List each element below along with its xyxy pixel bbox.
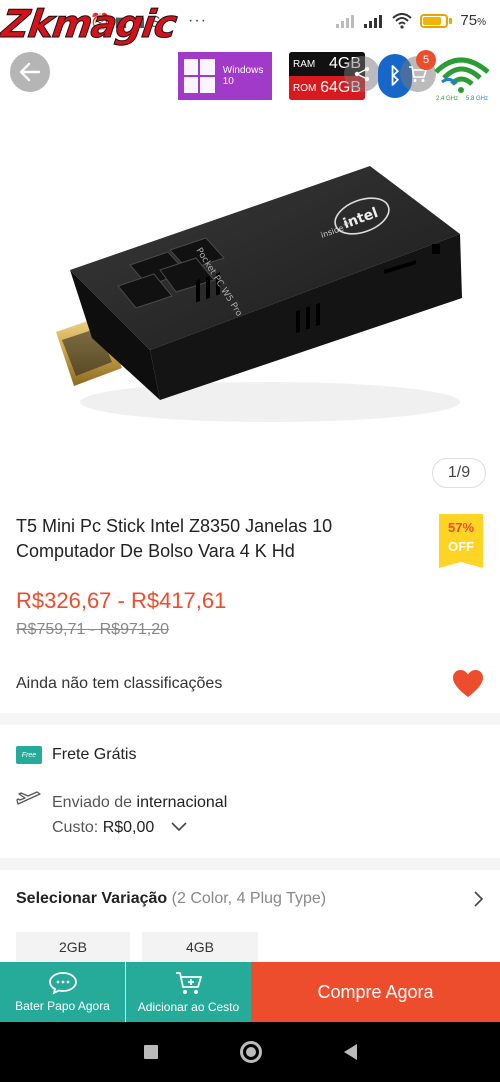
free-shipping-text: Frete Grátis	[52, 746, 137, 763]
add-to-cart-label: Adicionar ao Cesto	[137, 1000, 240, 1014]
windows-badge-text: Windows 10	[222, 65, 264, 87]
system-nav-bar	[0, 1022, 500, 1082]
buy-now-button[interactable]: Compre Agora	[251, 962, 500, 1022]
back-button[interactable]	[10, 52, 50, 92]
watermark-logo: Zkmagic	[0, 2, 179, 47]
variation-title: Selecionar Variação (2 Color, 4 Plug Typ…	[16, 890, 327, 907]
battery-level: 75%	[460, 12, 486, 29]
arrow-left-icon	[19, 62, 41, 82]
free-shipping-row: Free Frete Grátis	[16, 746, 136, 764]
rating-row: Ainda não tem classificações	[0, 664, 500, 704]
variation-option-2gb[interactable]: 2GB	[16, 932, 130, 962]
windows-logo-icon	[184, 59, 215, 93]
variation-selector[interactable]: Selecionar Variação (2 Color, 4 Plug Typ…	[16, 890, 484, 908]
back-triangle-icon[interactable]	[343, 1044, 357, 1060]
signal-icon-1	[336, 14, 355, 28]
wifi-band-icon	[434, 57, 490, 93]
price-range: R$326,67 - R$417,61	[16, 588, 227, 613]
airplane-icon	[16, 791, 41, 805]
section-divider	[0, 858, 500, 870]
shipping-origin-row[interactable]: Enviado de internacional Custo: R$0,00	[16, 790, 227, 840]
recent-apps-icon[interactable]	[143, 1045, 158, 1059]
add-to-cart-icon	[175, 972, 202, 994]
wifi-24-label: 2.4 GHz	[436, 96, 459, 102]
status-more-icon: ···	[188, 12, 207, 29]
shipping-details: Enviado de internacional Custo: R$0,00	[52, 794, 228, 836]
share-button[interactable]	[344, 56, 380, 92]
wifi-icon	[392, 12, 413, 29]
chat-now-button[interactable]: Bater Papo Agora	[0, 962, 125, 1022]
image-counter: 1/9	[432, 458, 486, 488]
original-price-range: R$759,71 - R$971,20	[16, 621, 169, 638]
variation-subtitle: (2 Color, 4 Plug Type)	[171, 890, 327, 907]
share-icon	[354, 66, 370, 82]
variation-option-4gb[interactable]: 4GB	[142, 932, 258, 962]
heart-icon[interactable]	[452, 669, 484, 699]
bottom-action-bar: Bater Papo Agora Adicionar ao Cesto Comp…	[0, 962, 500, 1022]
product-image[interactable]: intel inside™ Pocket PC W5 Pro	[0, 110, 500, 480]
chat-now-label: Bater Papo Agora	[15, 999, 110, 1013]
windows-10-badge: Windows 10	[178, 52, 272, 100]
discount-badge: 57% OFF	[439, 514, 483, 568]
product-page: ⏰ ◼ ◼ S ··· 75% Zkmagic Windows 10 RAM 4G…	[0, 0, 500, 1082]
discount-off-label: OFF	[448, 539, 474, 554]
pc-stick-illustration: intel inside™ Pocket PC W5 Pro	[56, 166, 462, 422]
product-title: T5 Mini Pc Stick Intel Z8350 Janelas 10 …	[16, 516, 333, 561]
battery-cap	[449, 17, 453, 24]
battery-icon	[420, 13, 449, 28]
dual-band-wifi-badge: 2.4 GHz 5.8 GHz	[430, 50, 494, 102]
chat-icon	[48, 972, 77, 995]
signal-icon-2	[364, 14, 383, 28]
section-divider	[0, 713, 500, 725]
home-icon[interactable]	[239, 1041, 262, 1063]
wifi-58-label: 5.8 GHz	[466, 96, 489, 102]
rating-text: Ainda não tem classificações	[16, 675, 223, 692]
add-to-cart-button[interactable]: Adicionar ao Cesto	[126, 962, 251, 1022]
chevron-down-icon	[171, 822, 187, 832]
status-right-cluster: 75%	[336, 12, 486, 29]
discount-percent: 57%	[447, 520, 475, 535]
chevron-right-icon	[474, 891, 484, 907]
free-shipping-icon: Free	[16, 746, 42, 764]
